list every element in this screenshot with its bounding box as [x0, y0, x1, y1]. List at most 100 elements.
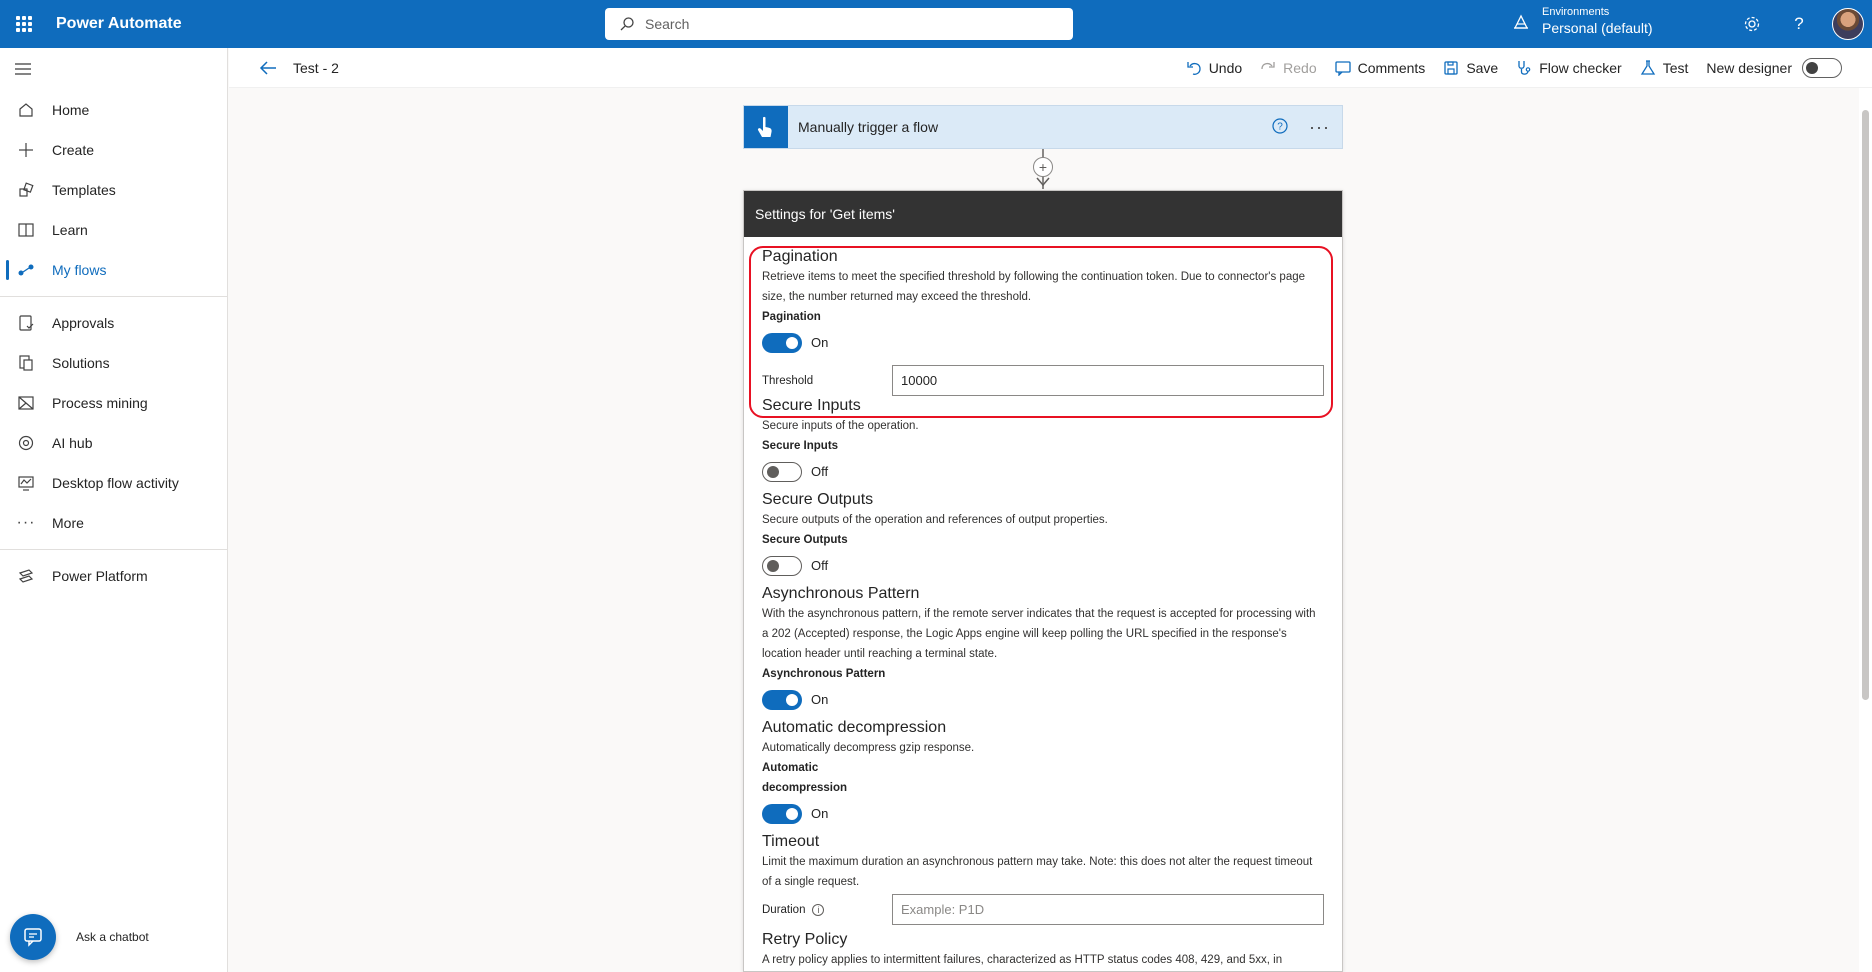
sidebar-divider [0, 296, 228, 297]
duration-input[interactable]: Example: P1D [892, 894, 1324, 925]
help-icon[interactable]: ? [1787, 12, 1811, 36]
help-circle-icon[interactable]: ? [1272, 118, 1288, 139]
decompression-description: Automatically decompress gzip response. [762, 742, 975, 754]
secure-outputs-title: Secure Outputs [762, 491, 874, 508]
sidebar-item-create[interactable]: Create [0, 130, 228, 170]
flows-icon [0, 261, 52, 279]
sidebar-item-label: Solutions [52, 355, 110, 371]
decompression-label-line2: decompression [762, 782, 847, 794]
search-placeholder: Search [645, 16, 690, 32]
save-button[interactable]: Save [1443, 60, 1498, 76]
insert-step-plus-icon[interactable]: + [1033, 157, 1053, 177]
flow-checker-button[interactable]: Flow checker [1516, 60, 1622, 76]
chatbot-label[interactable]: Ask a chatbot [76, 930, 149, 944]
svg-text:?: ? [1277, 122, 1283, 133]
pagination-highlight-annotation [749, 246, 1333, 418]
search-icon [620, 17, 634, 31]
canvas-scrollbar[interactable] [1859, 88, 1872, 972]
sidebar-item-label: Learn [52, 222, 88, 238]
more-icon: ··· [16, 514, 36, 531]
timeout-description: Limit the maximum duration an asynchrono… [762, 856, 1313, 888]
home-icon [0, 101, 52, 119]
settings-panel-header: Settings for 'Get items' [744, 191, 1342, 237]
sidebar-item-label: AI hub [52, 435, 93, 451]
secure-outputs-toggle[interactable] [762, 555, 802, 576]
environment-picker[interactable]: Environments Personal (default) [1512, 6, 1653, 37]
search-input[interactable]: Search [605, 8, 1073, 40]
sidebar-item-home[interactable]: Home [0, 90, 228, 130]
sidebar-item-ai-hub[interactable]: AI hub [0, 423, 228, 463]
sidebar-item-label: Power Platform [52, 568, 148, 584]
redo-button[interactable]: Redo [1260, 60, 1317, 76]
sidebar-item-label: Templates [52, 182, 116, 198]
redo-icon [1261, 62, 1275, 70]
sidebar-item-more[interactable]: ··· More [0, 503, 228, 543]
sidebar-item-label: More [52, 515, 84, 531]
save-label: Save [1466, 60, 1499, 76]
timeout-title: Timeout [762, 833, 820, 850]
sidebar-item-power-platform[interactable]: Power Platform [0, 556, 228, 596]
secure-outputs-state: Off [811, 558, 829, 573]
secure-inputs-label: Secure Inputs [762, 440, 839, 452]
back-arrow-icon[interactable] [259, 58, 279, 78]
secure-outputs-label: Secure Outputs [762, 534, 848, 546]
chatbot: Ask a chatbot [10, 914, 149, 960]
redo-label: Redo [1283, 60, 1317, 76]
secure-inputs-toggle[interactable] [762, 461, 802, 482]
chat-icon [24, 928, 42, 947]
undo-icon [1187, 62, 1201, 75]
environment-icon [1513, 14, 1529, 29]
undo-button[interactable]: Undo [1186, 60, 1242, 76]
secure-outputs-description: Secure outputs of the operation and refe… [762, 514, 1108, 526]
app-launcher-icon[interactable] [0, 0, 48, 48]
sidebar-item-learn[interactable]: Learn [0, 210, 228, 250]
scrollbar-thumb[interactable] [1862, 110, 1869, 700]
sidebar-item-approvals[interactable]: Approvals [0, 303, 228, 343]
decompression-label-line1: Automatic [762, 762, 819, 774]
flask-icon [1640, 60, 1655, 75]
decompression-toggle[interactable] [762, 803, 802, 824]
sidebar-item-my-flows[interactable]: My flows [0, 250, 228, 290]
undo-label: Undo [1208, 60, 1243, 76]
sidebar-item-label: Approvals [52, 315, 115, 331]
hamburger-menu-icon[interactable] [14, 60, 34, 80]
approvals-icon [0, 314, 52, 332]
async-pattern-toggle[interactable] [762, 689, 802, 710]
sidebar-divider [0, 549, 228, 550]
trigger-title: Manually trigger a flow [798, 119, 939, 135]
new-designer-switch[interactable] [1802, 58, 1842, 78]
settings-gear-icon[interactable] [1740, 12, 1764, 36]
sidebar-item-label: My flows [52, 262, 107, 278]
solutions-icon [0, 354, 52, 372]
duration-label: Duration [762, 903, 806, 916]
manual-trigger-icon [744, 106, 788, 148]
retry-policy-title: Retry Policy [762, 931, 848, 948]
sidebar-item-label: Desktop flow activity [52, 475, 179, 491]
sidebar-item-process-mining[interactable]: Process mining [0, 383, 228, 423]
sidebar-item-solutions[interactable]: Solutions [0, 343, 228, 383]
sidebar-item-desktop-flow-activity[interactable]: Desktop flow activity [0, 463, 228, 503]
timeout-section: Timeout Limit the maximum duration an as… [762, 832, 1324, 925]
test-button[interactable]: Test [1640, 60, 1688, 76]
new-designer-toggle[interactable]: New designer [1706, 58, 1842, 78]
info-icon[interactable]: i [812, 903, 825, 916]
sidebar-item-templates[interactable]: Templates [0, 170, 228, 210]
top-bar: Power Automate Search Environments Perso… [0, 0, 1872, 48]
retry-policy-section: Retry Policy A retry policy applies to i… [762, 930, 1324, 970]
book-icon [0, 221, 52, 239]
async-pattern-section: Asynchronous Pattern With the asynchrono… [762, 584, 1324, 713]
avatar[interactable] [1832, 8, 1864, 40]
more-options-icon[interactable]: ··· [1309, 118, 1330, 136]
comments-button[interactable]: Comments [1334, 60, 1425, 76]
sidebar-item-label: Create [52, 142, 95, 158]
save-icon [1444, 61, 1458, 75]
command-actions: Undo Redo Comments Save Flow checker Tes… [1168, 48, 1842, 88]
app-name[interactable]: Power Automate [56, 15, 182, 33]
command-bar: Test - 2 Undo Redo Comments Save Flow ch… [229, 48, 1872, 88]
duration-label-wrap: Duration i [762, 903, 892, 916]
secure-inputs-state: Off [811, 464, 829, 479]
chatbot-button[interactable] [10, 914, 56, 960]
sidebar-nav: Home Create Templates Learn My flows App… [0, 90, 228, 596]
secure-inputs-description: Secure inputs of the operation. [762, 420, 919, 432]
trigger-card[interactable]: Manually trigger a flow ? ··· [743, 105, 1343, 149]
